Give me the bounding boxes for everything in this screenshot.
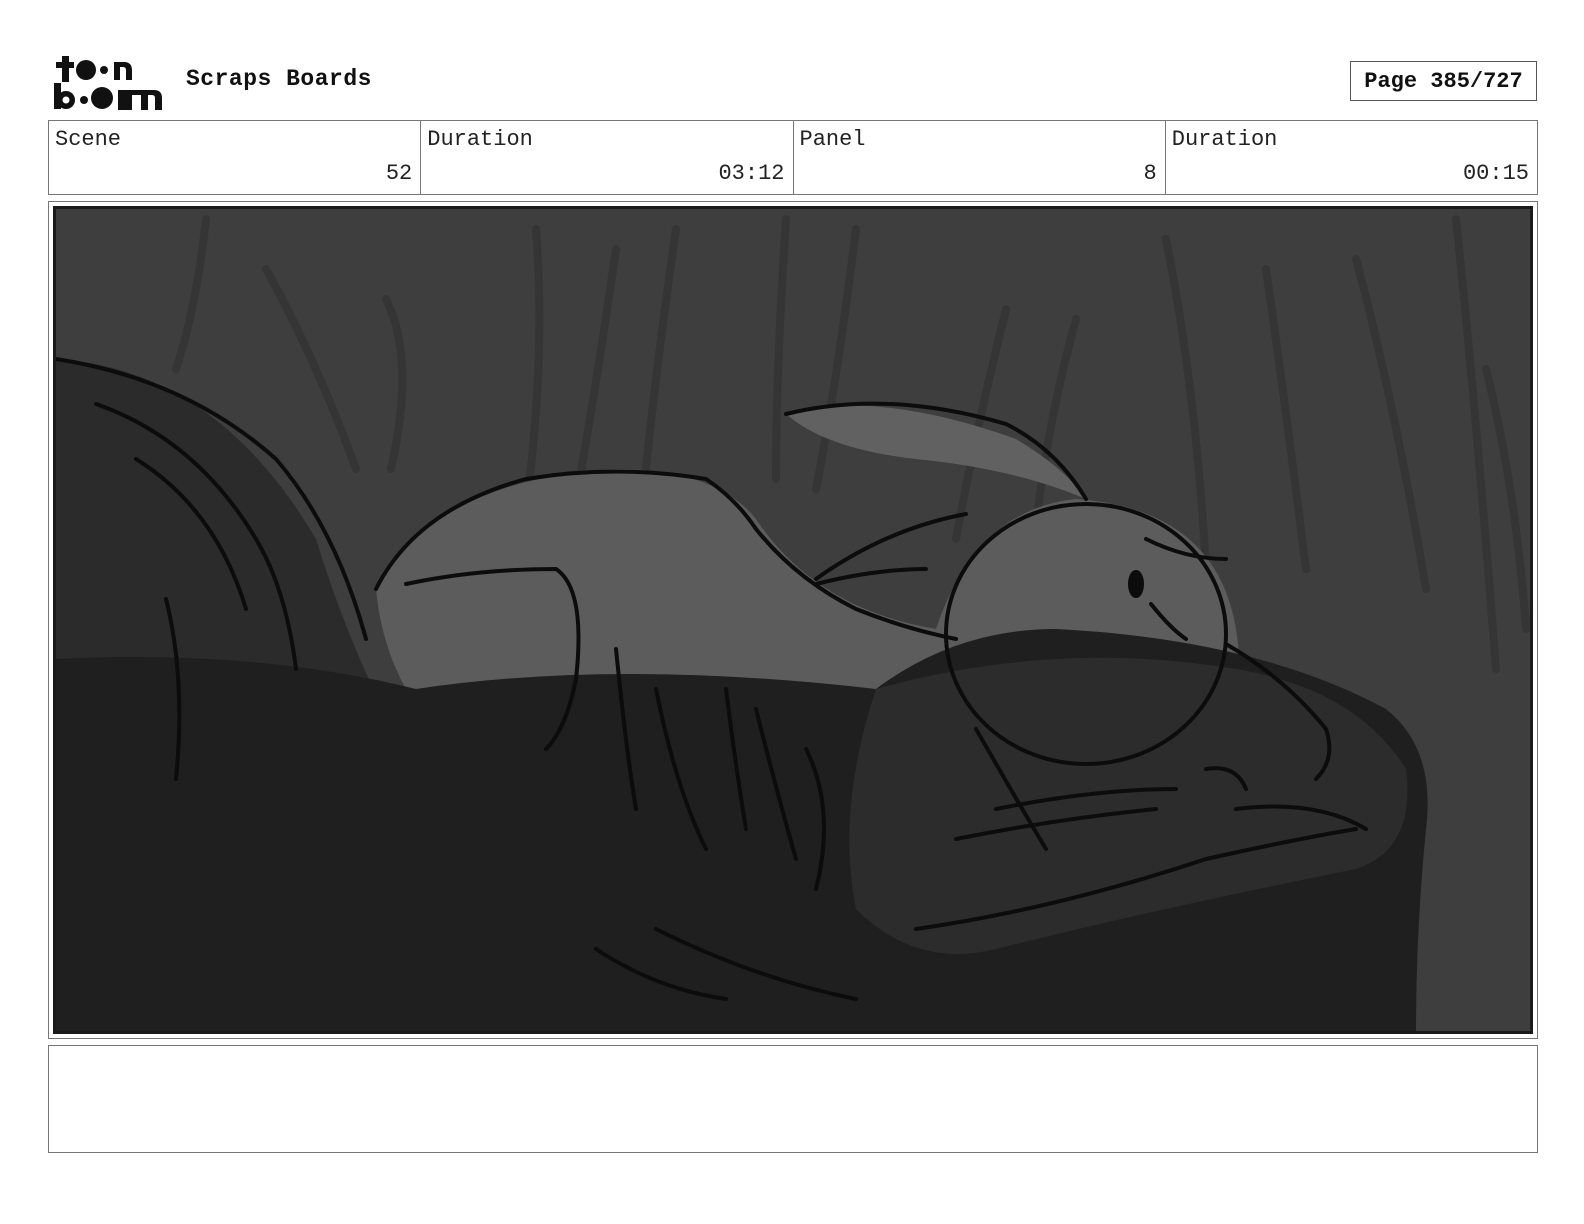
sleeping-rabbit-sketch-icon <box>56 215 1530 1031</box>
panel-duration-cell: Duration 00:15 <box>1166 121 1537 194</box>
storyboard-panel-image <box>53 206 1533 1034</box>
panel-duration-label: Duration <box>1171 127 1278 152</box>
scene-label: Scene <box>55 127 122 152</box>
project-title: Scraps Boards <box>186 66 372 92</box>
scene-duration-cell: Duration 03:12 <box>421 121 794 194</box>
panel-cell: Panel 8 <box>794 121 1166 194</box>
panel-notes-box <box>48 1045 1538 1153</box>
panel-value: 8 <box>1143 161 1157 186</box>
scene-duration-label: Duration <box>427 127 533 152</box>
scene-value: 52 <box>385 161 413 186</box>
scene-info-bar: Scene 52 Duration 03:12 Panel 8 Duration… <box>48 120 1538 195</box>
panel-label: Panel <box>799 127 866 152</box>
scene-duration-value: 03:12 <box>718 161 785 186</box>
toonboom-logo-icon <box>52 50 164 112</box>
page-indicator: Page 385/727 <box>1350 61 1537 101</box>
storyboard-panel-frame <box>48 201 1538 1039</box>
scene-cell: Scene 52 <box>49 121 422 194</box>
panel-duration-value: 00:15 <box>1462 161 1529 186</box>
